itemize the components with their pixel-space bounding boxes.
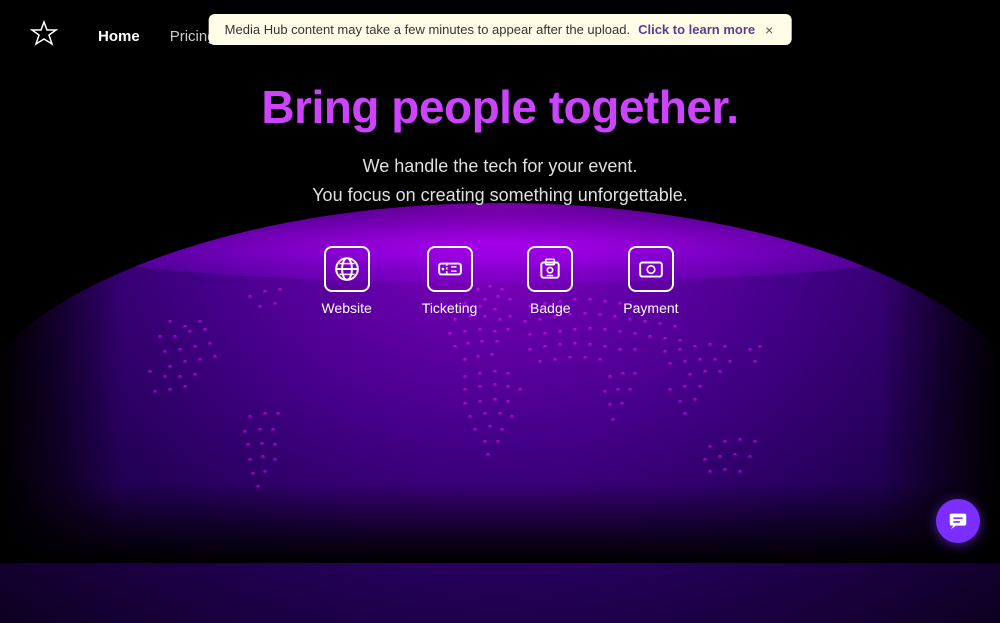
logo[interactable] <box>30 20 58 53</box>
ticket-icon <box>437 256 463 282</box>
badge-icon-box <box>527 246 573 292</box>
banner-learn-more-link[interactable]: Click to learn more <box>638 22 755 37</box>
hero-subtitle-line1: We handle the tech for your event. <box>363 156 638 176</box>
website-icon-box <box>324 246 370 292</box>
payment-label: Payment <box>623 300 678 316</box>
globe-icon <box>334 256 360 282</box>
hero-subtitle-line2: You focus on creating something unforget… <box>312 185 688 205</box>
feature-badge: Badge <box>527 246 573 316</box>
ticketing-icon-box <box>427 246 473 292</box>
badge-label: Badge <box>530 300 570 316</box>
badge-icon <box>537 256 563 282</box>
notification-banner: Media Hub content may take a few minutes… <box>209 14 792 45</box>
payment-icon-box <box>628 246 674 292</box>
website-label: Website <box>321 300 371 316</box>
chat-icon <box>947 510 969 532</box>
chat-button[interactable] <box>936 499 980 543</box>
payment-icon <box>638 256 664 282</box>
feature-website: Website <box>321 246 371 316</box>
hero-subtitle: We handle the tech for your event. You f… <box>312 152 688 210</box>
feature-ticketing: Ticketing <box>422 246 478 316</box>
banner-close-button[interactable]: × <box>763 23 775 37</box>
features-row: Website Ticketing <box>321 246 678 316</box>
feature-payment: Payment <box>623 246 678 316</box>
ticketing-label: Ticketing <box>422 300 478 316</box>
hero-section: Bring people together. We handle the tec… <box>0 60 1000 316</box>
nav-home[interactable]: Home <box>98 28 140 45</box>
banner-message: Media Hub content may take a few minutes… <box>225 22 630 37</box>
hero-title: Bring people together. <box>261 80 738 134</box>
bottom-fade <box>0 483 1000 563</box>
